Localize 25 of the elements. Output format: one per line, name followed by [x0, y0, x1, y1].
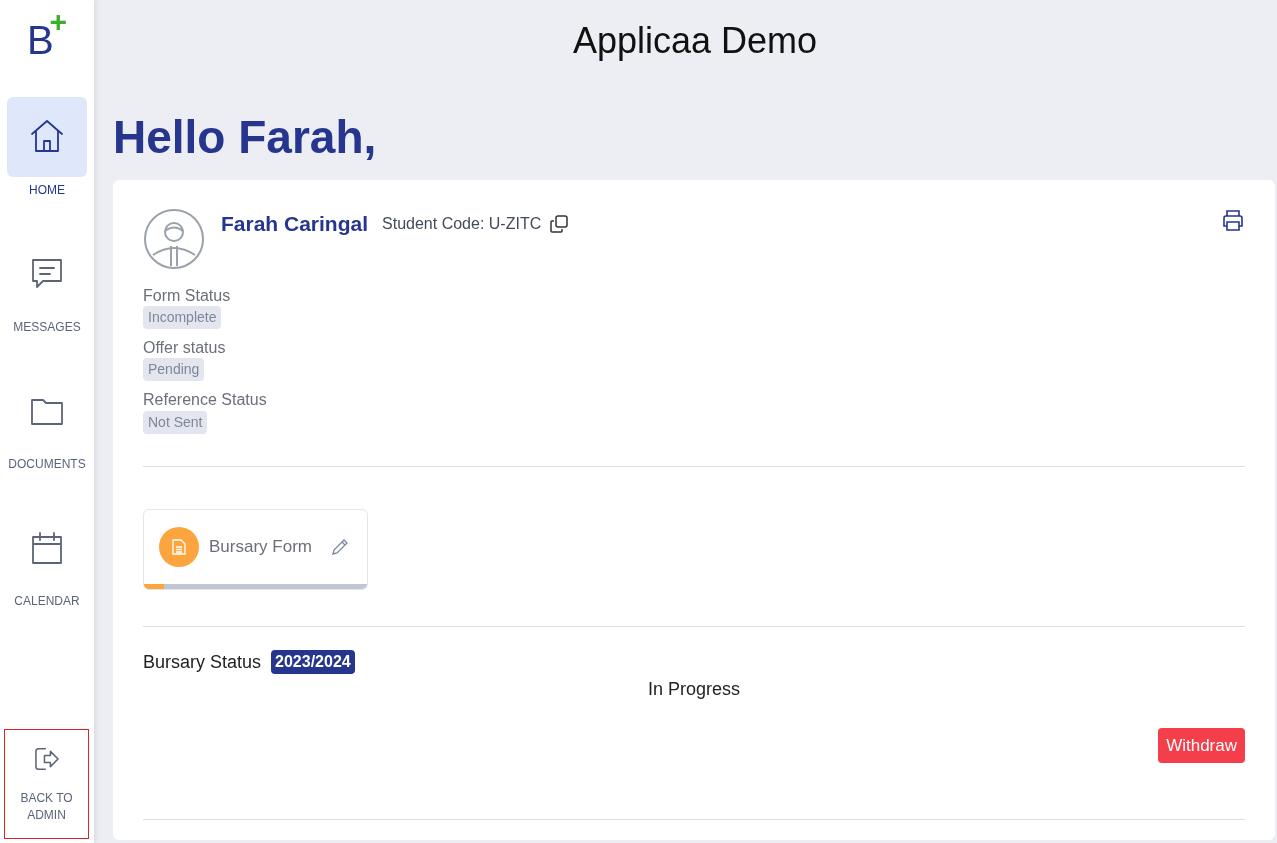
logo: B+: [26, 10, 68, 60]
bursary-status-value: In Progress: [647, 678, 740, 699]
student-code: Student Code: U-ZITC: [382, 213, 542, 234]
status-badge: Not Sent: [143, 410, 208, 434]
print-icon[interactable]: [1221, 208, 1245, 232]
avatar-icon: [143, 208, 205, 270]
document-icon: [159, 526, 199, 567]
page-title: Applicaa Demo: [572, 20, 818, 61]
form-title: Bursary Form: [209, 535, 312, 558]
withdraw-button[interactable]: Withdraw: [1158, 727, 1245, 764]
copy-icon[interactable]: [550, 214, 569, 233]
form-card[interactable]: Bursary Form: [143, 508, 368, 590]
sidebar-item[interactable]: MESSAGES: [7, 234, 87, 336]
student-name: Farah Caringal: [221, 211, 369, 237]
status-badge: Pending: [143, 358, 205, 382]
status-label: Reference Status: [143, 390, 268, 410]
bursary-status-label: Bursary Status: [143, 650, 262, 674]
status-badge: Incomplete: [143, 306, 222, 330]
sidebar-item[interactable]: CALENDAR: [7, 508, 87, 610]
status-label: Offer status: [143, 338, 227, 358]
back-to-admin-button[interactable]: BACK TO ADMIN: [4, 729, 89, 839]
greeting-heading: Hello Farah,: [113, 111, 377, 163]
year-badge: 2023/2024: [271, 650, 355, 675]
sidebar-item[interactable]: DOCUMENTS: [7, 371, 87, 473]
status-label: Form Status: [143, 286, 232, 306]
